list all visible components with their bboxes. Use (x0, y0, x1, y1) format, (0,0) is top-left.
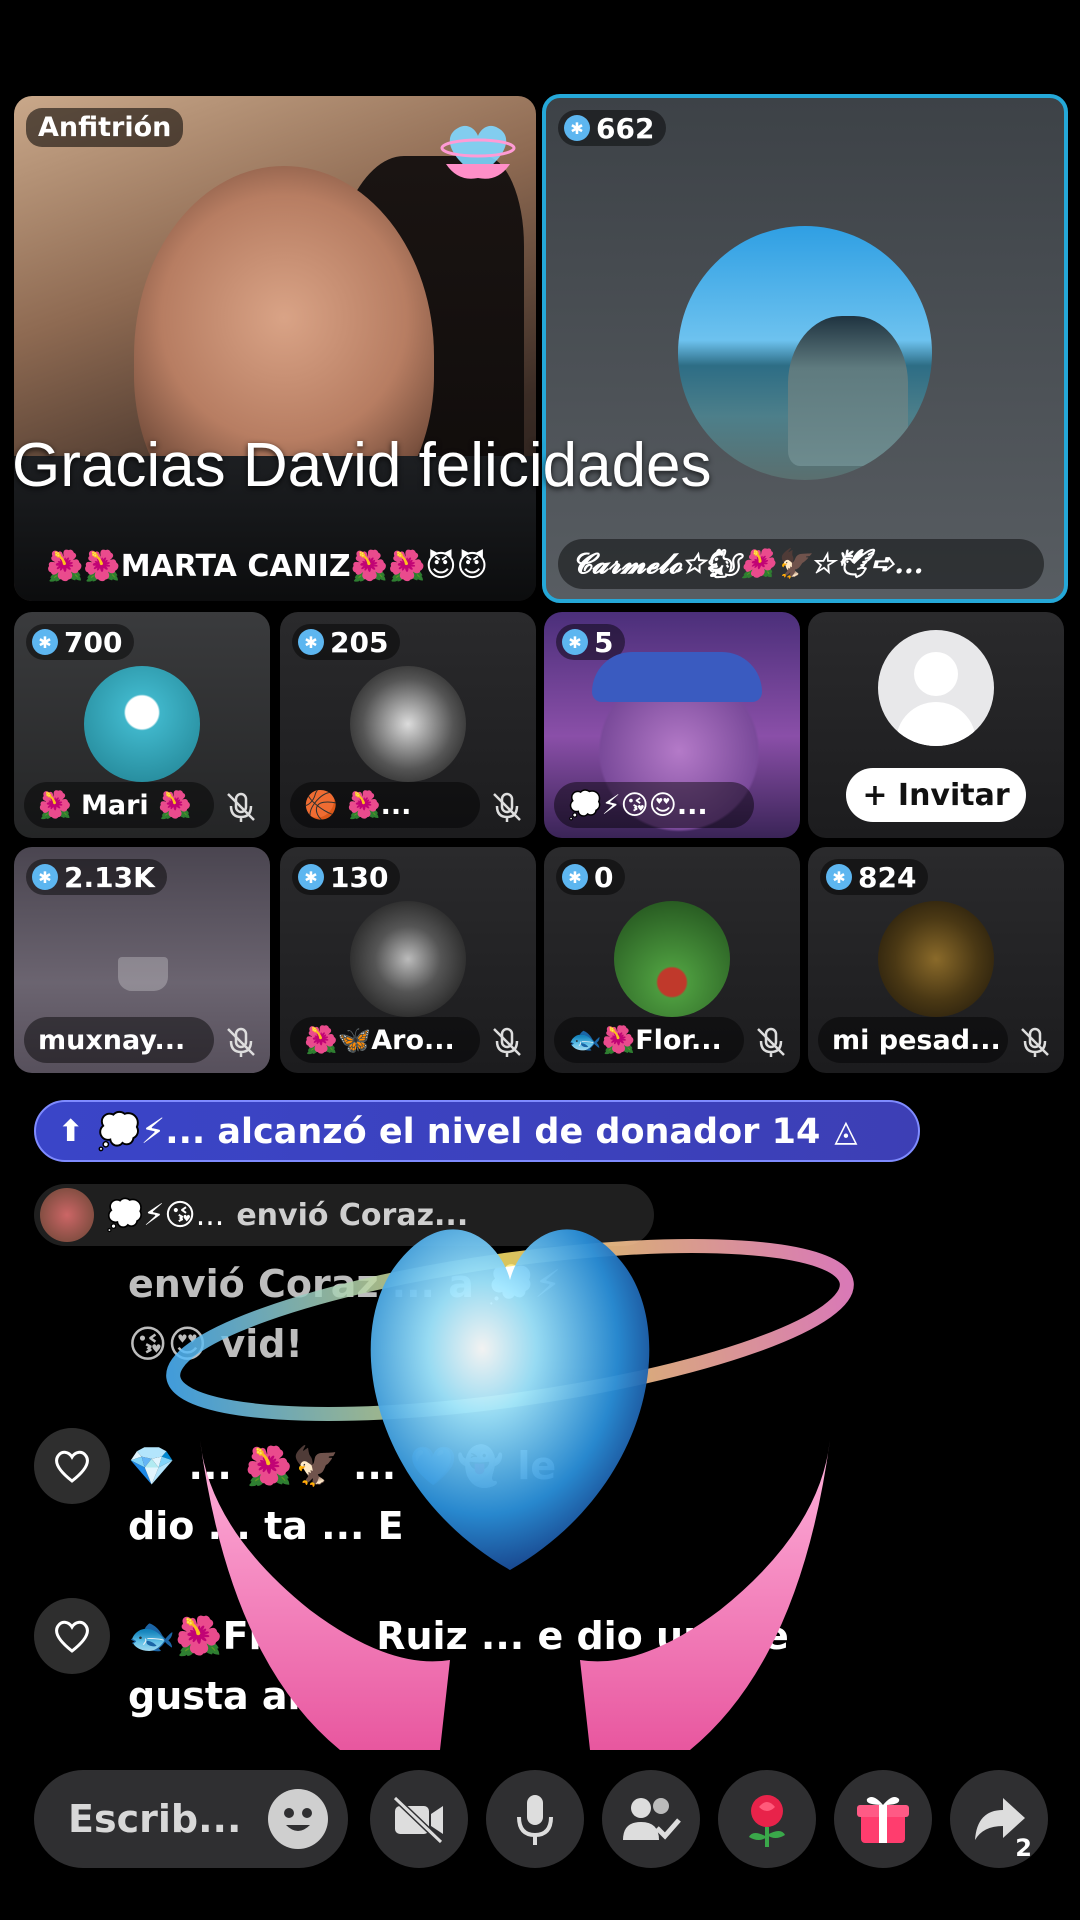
microphone-button[interactable] (486, 1770, 584, 1868)
invite-button[interactable]: + Invitar (846, 768, 1026, 822)
cohost-score-badge: ✱ 662 (558, 110, 667, 146)
gift-sender-avatar (40, 1188, 94, 1242)
guest-score: 824 (858, 860, 917, 894)
gem-icon: ✱ (564, 115, 590, 141)
mic-off-icon (227, 1027, 255, 1057)
guest-tile-6[interactable]: ✱ 130 🌺🦋Aro... (280, 847, 536, 1073)
video-off-icon (392, 1795, 444, 1844)
guest-name: 🌺🦋Aro... (290, 1017, 480, 1063)
mic-off-icon (1021, 1027, 1049, 1057)
guest-score: 5 (594, 625, 614, 659)
chat-message: 💎 ... 🌺🦅 ... 💙👻 le dio ... ta ... E (128, 1436, 1028, 1556)
like-button[interactable] (34, 1598, 110, 1674)
guest-name: 🐟🌺Flor... (554, 1017, 744, 1063)
guest-score: 2.13K (64, 860, 155, 894)
guest-tile-3[interactable]: ✱ 5 💭⚡😘😍... (544, 612, 800, 838)
gem-icon: ✱ (298, 629, 324, 655)
guest-name: 💭⚡😘😍... (554, 782, 754, 828)
emoji-icon[interactable] (268, 1789, 328, 1849)
mic-off-icon (493, 1027, 521, 1057)
gem-icon: ✱ (32, 629, 58, 655)
rose-icon (749, 1795, 785, 1847)
coffee-cup-icon (118, 957, 168, 991)
guest-tile-5[interactable]: ✱ 2.13K muxnay... (14, 847, 270, 1073)
guest-avatar (84, 666, 200, 782)
guest-score-badge: ✱ 130 (292, 859, 401, 895)
camera-off-button[interactable] (370, 1770, 468, 1868)
guests-button[interactable] (602, 1770, 700, 1868)
guest-tile-8[interactable]: ✱ 824 mi pesad... (808, 847, 1064, 1073)
guest-avatar (350, 901, 466, 1017)
host-video-tile[interactable]: Anfitrión 🌺🌺MARTA CANIZ🌺🌺😈😈 (14, 96, 536, 601)
cohost-avatar-person (788, 316, 908, 466)
guest-name: mi pesad... (818, 1017, 1008, 1063)
guest-score-badge: ✱ 824 (820, 859, 929, 895)
host-name: 🌺🌺MARTA CANIZ🌺🌺😈😈 (46, 548, 488, 584)
guest-score-badge: ✱ 700 (26, 624, 135, 660)
cohost-tile[interactable]: ✱ 662 𝓒𝓪𝓻𝓶𝓮𝓵𝓸☆🐿🌺🦅☆🕊➪... (542, 94, 1068, 603)
bottom-toolbar: Escrib... 2 (0, 1770, 1080, 1870)
chat-message-line: 💎 ... 🌺🦅 ... 💙👻 le (128, 1444, 557, 1488)
guest-name: 🏀 🌺... (290, 782, 480, 828)
gem-icon: ✱ (32, 864, 58, 890)
guest-name: muxnay... (24, 1017, 214, 1063)
chat-message-line: 🐟🌺Flor ... Ruiz ... e dio un me (128, 1614, 789, 1658)
gift-notice-text: envió Coraz... (236, 1197, 469, 1233)
cohost-avatar (678, 226, 932, 480)
chat-message: envió Coraz ... a 💭⚡ 😘😍 vid! (128, 1254, 1028, 1374)
guest-name: 🌺 Mari 🌺 (24, 782, 214, 828)
gift-notice: 💭⚡😘... envió Coraz... (34, 1184, 654, 1246)
guest-score: 130 (330, 860, 389, 894)
gift-sender-name: 💭⚡😘... (106, 1197, 225, 1233)
guest-score-badge: ✱ 2.13K (26, 859, 167, 895)
guest-score-badge: ✱ 205 (292, 624, 401, 660)
cohost-score: 662 (596, 111, 655, 145)
like-button[interactable] (34, 1428, 110, 1504)
donor-level-banner: ⬆ 💭⚡... alcanzó el nivel de donador 14 ◬ (34, 1100, 920, 1162)
host-tag: Anfitrión (26, 108, 184, 147)
gem-icon: ✱ (826, 864, 852, 890)
mic-off-icon (227, 792, 255, 822)
heart-gift-icon (440, 125, 516, 179)
gift-box-icon (857, 1797, 909, 1843)
guest-tile-7[interactable]: ✱ 0 🐟🌺Flor... (544, 847, 800, 1073)
heart-outline-icon (55, 1450, 89, 1483)
mic-off-icon (493, 792, 521, 822)
chat-message: 🐟🌺Flor ... Ruiz ... e dio un me gusta al… (128, 1606, 1028, 1726)
cohost-name: 𝓒𝓪𝓻𝓶𝓮𝓵𝓸☆🐿🌺🦅☆🕊➪... (558, 539, 1044, 589)
guest-tile-2[interactable]: ✱ 205 🏀 🌺... (280, 612, 536, 838)
guest-avatar (614, 901, 730, 1017)
empty-avatar-icon (878, 630, 994, 746)
comment-input-placeholder: Escrib... (68, 1797, 242, 1841)
guest-video-cap (592, 652, 762, 702)
overlay-caption: Gracias David felicidades (12, 431, 712, 500)
donor-triangle-icon: ◬ (834, 1113, 858, 1149)
donor-banner-text: 💭⚡... alcanzó el nivel de donador 14 (97, 1111, 821, 1152)
people-check-icon (623, 1798, 681, 1840)
chat-message-line: dio ... ta ... E (128, 1504, 404, 1548)
guest-tile-1[interactable]: ✱ 700 🌺 Mari 🌺 (14, 612, 270, 838)
mic-off-icon (757, 1027, 785, 1057)
rose-gift-button[interactable] (718, 1770, 816, 1868)
chat-message-line: 😘😍 vid! (128, 1322, 303, 1366)
share-button[interactable]: 2 (950, 1770, 1048, 1868)
guest-score: 0 (594, 860, 614, 894)
chat-message-line: gusta al LIV (128, 1674, 382, 1718)
gem-icon: ✱ (562, 629, 588, 655)
microphone-icon (517, 1795, 553, 1845)
guest-avatar (350, 666, 466, 782)
guest-avatar (878, 901, 994, 1017)
gem-icon: ✱ (298, 864, 324, 890)
gem-icon: ✱ (562, 864, 588, 890)
invite-tile[interactable]: + Invitar (808, 612, 1064, 838)
share-count: 2 (1015, 1834, 1032, 1862)
chat-message-line: envió Coraz ... a 💭⚡ (128, 1262, 562, 1306)
level-up-arrow-icon: ⬆ (58, 1113, 84, 1149)
gift-button[interactable] (834, 1770, 932, 1868)
guest-score-badge: ✱ 0 (556, 859, 626, 895)
heart-outline-icon (55, 1620, 89, 1653)
guest-score: 205 (330, 625, 389, 659)
comment-input[interactable]: Escrib... (34, 1770, 348, 1868)
guest-score: 700 (64, 625, 123, 659)
